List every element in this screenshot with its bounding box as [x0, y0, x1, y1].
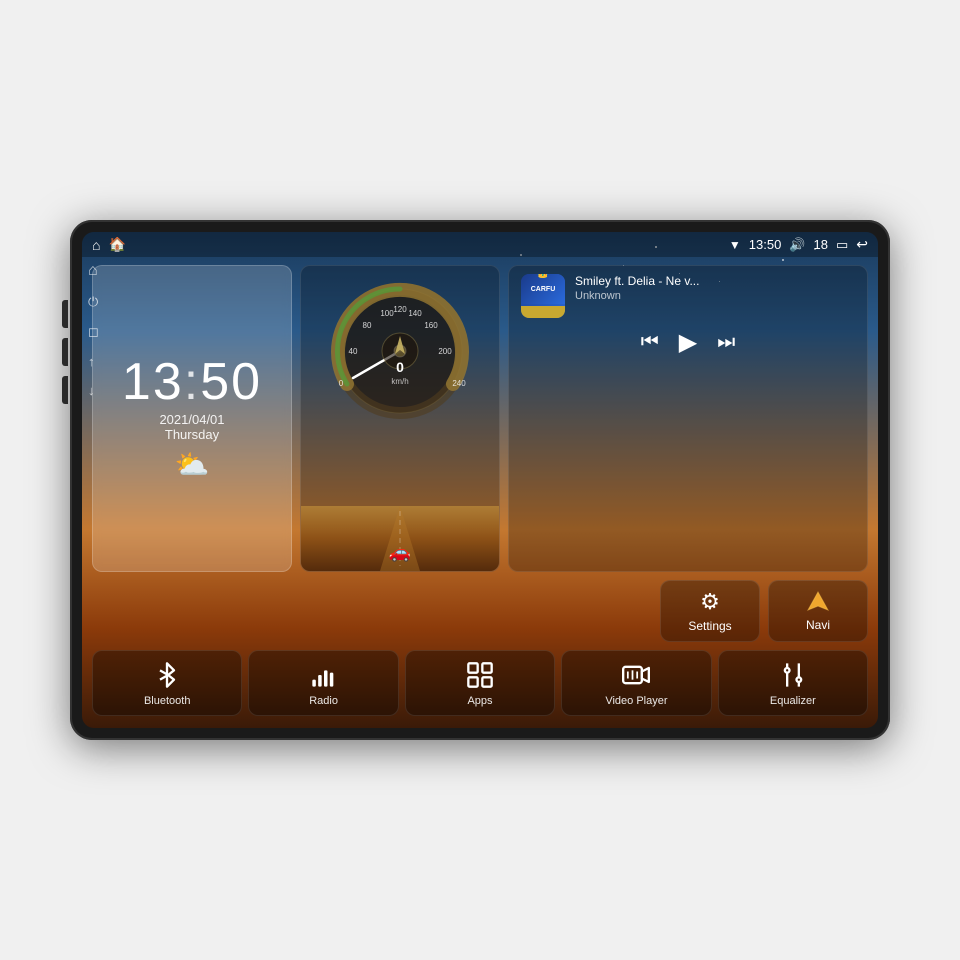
equalizer-icon — [779, 661, 807, 689]
vol-up-btn[interactable]: ↑ — [88, 354, 99, 369]
radio-label: Radio — [309, 695, 338, 707]
svg-text:40: 40 — [349, 347, 358, 356]
home-icon[interactable]: ⌂ — [92, 237, 100, 253]
next-button[interactable]: ⏭ — [717, 331, 735, 354]
clock-day: Thursday — [165, 427, 219, 442]
side-btn-1[interactable] — [62, 300, 68, 328]
settings-label: Settings — [688, 619, 731, 633]
screen: ⌂ 🏠 ▼ 13:50 🔊 18 ▭ ↩ 13:50 — [82, 232, 878, 728]
navi-icon — [806, 590, 830, 614]
status-bar-left: ⌂ 🏠 — [92, 236, 126, 253]
apps-button[interactable]: Apps — [405, 650, 555, 716]
car-icon: 🚗 — [389, 542, 411, 563]
svg-text:80: 80 — [363, 321, 372, 330]
music-title: Smiley ft. Delia - Ne v... — [575, 274, 855, 288]
apps-icon — [466, 661, 494, 689]
bluetooth-label: Bluetooth — [144, 695, 190, 707]
side-btn-3[interactable] — [62, 376, 68, 404]
clock-time: 13:50 — [122, 356, 262, 408]
speaker-icon: 🔊 — [789, 237, 805, 253]
android-back-btn[interactable]: ⏻ — [88, 294, 99, 310]
main-content: 13:50 2021/04/01 Thursday ⛅ 🚗 — [82, 257, 878, 728]
android-recents-btn[interactable]: ◻ — [88, 324, 99, 340]
clock-widget: 13:50 2021/04/01 Thursday ⛅ — [92, 265, 292, 572]
music-widget: CARFU 👑 Smiley ft. Delia - Ne v... Unkno… — [508, 265, 868, 572]
logo-text: CARFU — [531, 286, 556, 293]
wifi-icon: ▼ — [729, 238, 741, 252]
navi-label: Navi — [806, 618, 830, 632]
equalizer-label: Equalizer — [770, 695, 816, 707]
navi-button[interactable]: Navi — [768, 580, 868, 642]
back-icon[interactable]: ↩ — [856, 236, 868, 253]
music-logo: CARFU 👑 — [521, 274, 565, 318]
clock-hours: 13 — [122, 353, 184, 411]
vol-down-btn[interactable]: ↓ — [88, 383, 99, 398]
music-controls: ⏮ ▶ ⏭ — [521, 328, 855, 357]
settings-button[interactable]: ⚙ Settings — [660, 580, 760, 642]
clock-date: 2021/04/01 — [159, 412, 224, 427]
svg-text:0: 0 — [396, 359, 404, 375]
video-button[interactable]: Video Player — [561, 650, 711, 716]
screen-side-icons: ⌂ ⏻ ◻ ↑ ↓ — [88, 262, 99, 398]
svg-text:0: 0 — [339, 379, 344, 388]
equalizer-button[interactable]: Equalizer — [718, 650, 868, 716]
car-head-unit: ⌂ 🏠 ▼ 13:50 🔊 18 ▭ ↩ 13:50 — [70, 220, 890, 740]
side-btn-2[interactable] — [62, 338, 68, 366]
location-icon[interactable]: 🏠 — [108, 236, 125, 253]
volume-value: 18 — [814, 237, 828, 252]
battery-icon: ▭ — [836, 237, 848, 253]
bluetooth-icon — [153, 661, 181, 689]
svg-text:160: 160 — [424, 321, 438, 330]
apps-label: Apps — [467, 695, 492, 707]
video-label: Video Player — [605, 695, 667, 707]
speedometer-widget: 🚗 0 — [300, 265, 500, 572]
music-info: Smiley ft. Delia - Ne v... Unknown — [575, 274, 855, 302]
app-bar: Bluetooth Radio — [92, 650, 868, 720]
top-row: 13:50 2021/04/01 Thursday ⛅ 🚗 — [92, 265, 868, 572]
status-bar: ⌂ 🏠 ▼ 13:50 🔊 18 ▭ ↩ — [82, 232, 878, 257]
music-top: CARFU 👑 Smiley ft. Delia - Ne v... Unkno… — [521, 274, 855, 318]
bluetooth-button[interactable]: Bluetooth — [92, 650, 242, 716]
weather-icon: ⛅ — [175, 448, 210, 481]
video-icon — [622, 661, 650, 689]
svg-text:200: 200 — [438, 347, 452, 356]
play-button[interactable]: ▶ — [679, 328, 697, 357]
status-bar-right: ▼ 13:50 🔊 18 ▭ ↩ — [729, 236, 868, 253]
clock-minutes: 50 — [200, 353, 262, 411]
status-time: 13:50 — [749, 237, 782, 252]
svg-text:140: 140 — [408, 309, 422, 318]
gauge-container: 0 40 80 100 120 140 160 200 240 — [315, 266, 485, 421]
side-buttons — [62, 300, 68, 404]
svg-text:km/h: km/h — [391, 377, 408, 386]
radio-button[interactable]: Radio — [248, 650, 398, 716]
music-artist: Unknown — [575, 290, 855, 302]
speedometer-svg: 0 40 80 100 120 140 160 200 240 — [315, 266, 485, 421]
radio-icon — [310, 661, 338, 689]
clock-colon: : — [184, 353, 200, 411]
svg-text:120: 120 — [393, 305, 407, 314]
svg-text:100: 100 — [380, 309, 394, 318]
android-home-icon[interactable]: ⌂ — [88, 262, 99, 280]
svg-text:240: 240 — [452, 379, 466, 388]
logo-ribbon — [521, 306, 565, 318]
middle-row: ⚙ Settings Navi — [92, 580, 868, 642]
settings-icon: ⚙ — [700, 589, 720, 615]
prev-button[interactable]: ⏮ — [641, 331, 659, 354]
